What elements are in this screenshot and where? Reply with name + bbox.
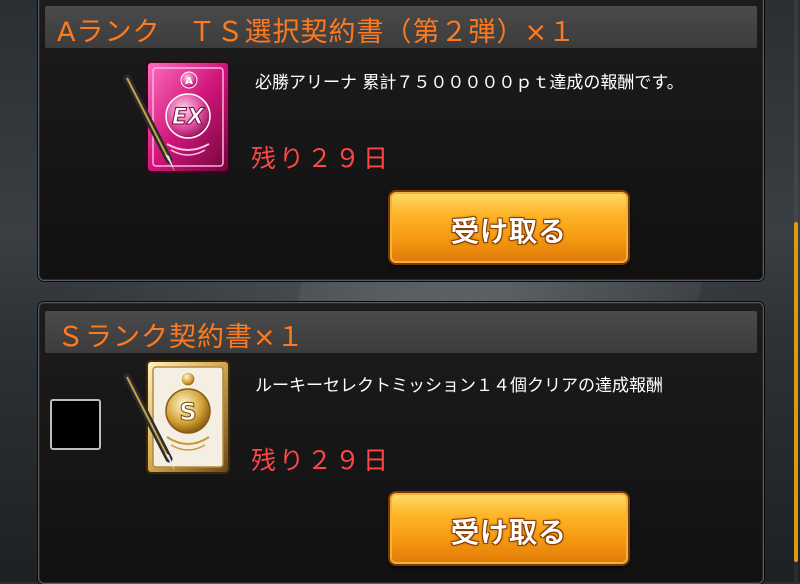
- reward-card-2: Ｓランク契約書×１ S ルーキーセレクトミッション１４個クリアの達成報酬 残り２…: [38, 302, 764, 584]
- s-emblem-letter: S: [179, 398, 196, 426]
- reward-title: Aランク ＴＳ選択契約書（第２弾）×１: [57, 17, 577, 48]
- scrollbar-thumb[interactable]: [794, 222, 798, 562]
- reward-card-1: Aランク ＴＳ選択契約書（第２弾）×１ A EX 必勝アリーナ 累計７５００００…: [38, 0, 764, 281]
- remaining-days: 残り２９日: [251, 446, 392, 475]
- ex-badge-text: EX: [172, 105, 205, 130]
- reward-title-bar: Ｓランク契約書×１: [45, 311, 757, 353]
- receive-button[interactable]: 受け取る: [388, 491, 630, 566]
- reward-description: 必勝アリーナ 累計７５０００００ｐｔ達成の報酬です。: [255, 73, 684, 93]
- receive-button[interactable]: 受け取る: [388, 190, 630, 265]
- select-checkbox[interactable]: [50, 399, 101, 450]
- s-rank-contract-icon: S: [123, 355, 235, 481]
- reward-title-bar: Aランク ＴＳ選択契約書（第２弾）×１: [45, 6, 757, 48]
- remaining-days: 残り２９日: [251, 144, 392, 173]
- ex-contract-icon: A EX: [123, 56, 235, 182]
- scrollbar[interactable]: [794, 0, 798, 582]
- reward-description: ルーキーセレクトミッション１４個クリアの達成報酬: [255, 376, 663, 396]
- emblem-letter: A: [185, 76, 193, 87]
- receive-button-label: 受け取る: [450, 215, 567, 248]
- receive-button-label: 受け取る: [450, 516, 567, 549]
- reward-title: Ｓランク契約書×１: [57, 322, 305, 353]
